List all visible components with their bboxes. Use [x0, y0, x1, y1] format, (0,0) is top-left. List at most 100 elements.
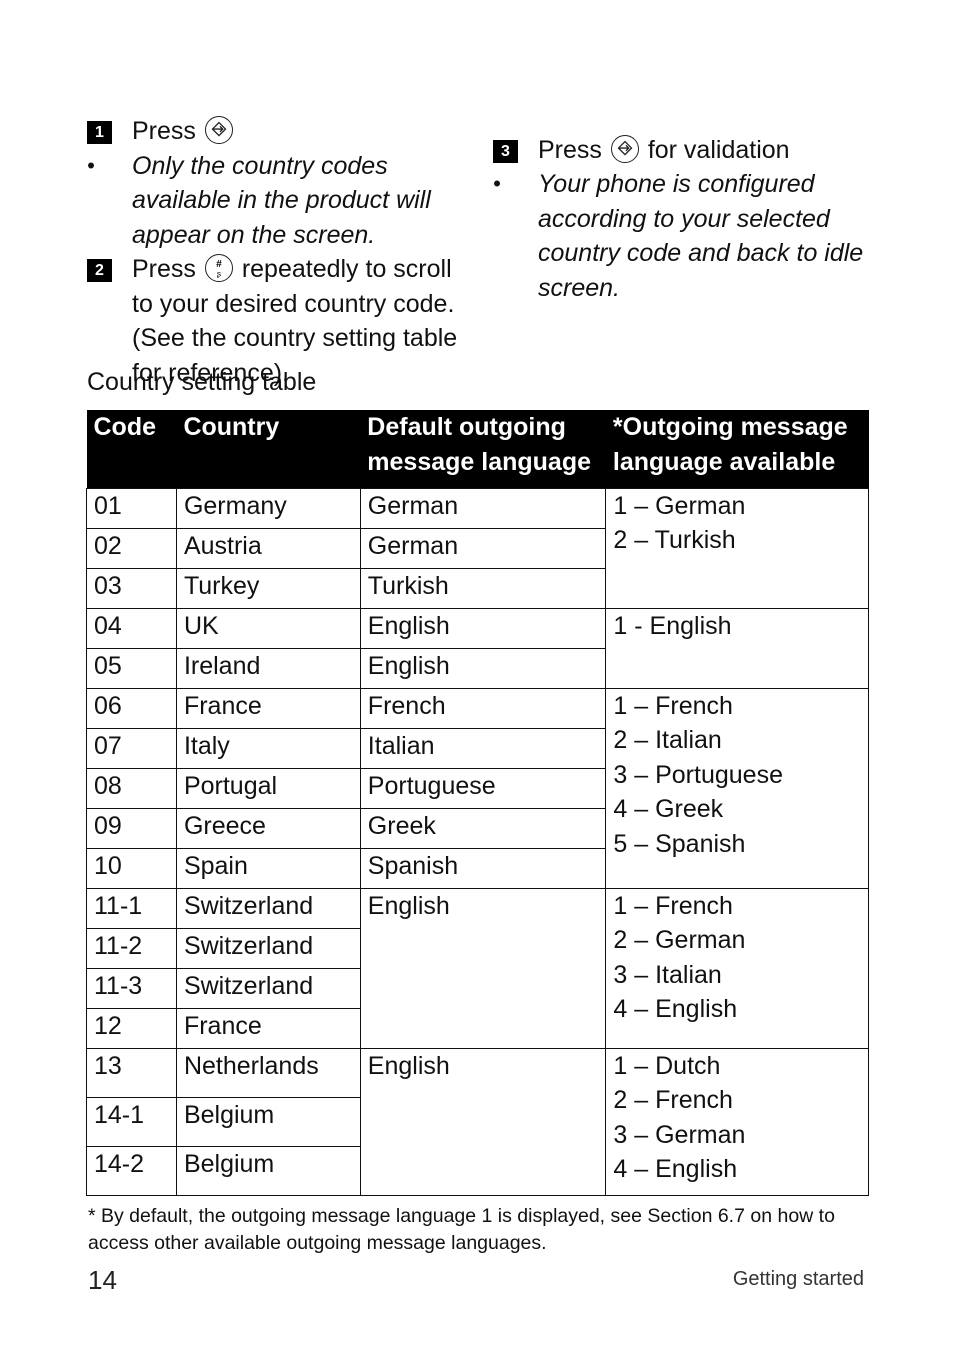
- available-language-item: 2 – Turkish: [613, 526, 736, 554]
- available-language-item: 1 – French: [613, 891, 733, 920]
- cell-available-languages: 1 – French 2 – Italian 3 – Portuguese 4 – G…: [605, 687, 869, 889]
- cell-country: Ireland: [175, 647, 361, 689]
- cell-code: 11-3: [86, 967, 177, 1009]
- table-row: 01 Germany German 1 – German 2 – Turkish: [86, 487, 869, 609]
- cell-default-language: English: [359, 647, 607, 689]
- cell-country: Austria: [175, 527, 361, 569]
- cell-country: Belgium: [175, 1145, 361, 1196]
- country-setting-table: Code Country Default outgoing message la…: [86, 410, 869, 1196]
- cell-default-language: German: [359, 527, 607, 569]
- cell-default-language: English: [359, 1047, 607, 1196]
- cell-code: 11-1: [86, 887, 177, 929]
- cell-country: France: [175, 1007, 361, 1049]
- cell-available-languages: 1 – Dutch 2 – French 3 – German 4 – English: [605, 1047, 869, 1196]
- step-text: Press: [132, 117, 196, 145]
- cell-default-language: Spanish: [359, 847, 607, 889]
- cell-default-language: German: [359, 487, 607, 529]
- cell-default-language: Greek: [359, 807, 607, 849]
- cell-country: Portugal: [175, 767, 361, 809]
- cell-code: 11-2: [86, 927, 177, 969]
- hash-key-icon: # ʂ: [204, 254, 233, 282]
- available-language-item: 1 – Dutch: [613, 1051, 721, 1080]
- cell-country: France: [175, 687, 361, 729]
- cell-default-language: Turkish: [359, 567, 607, 609]
- available-language-item: 1 – French: [613, 691, 733, 720]
- bullet-icon: •: [493, 171, 501, 196]
- step-3-note: • Your phone is configured according to …: [493, 167, 873, 305]
- step-number-badge: 2: [87, 259, 112, 282]
- cell-country: UK: [175, 607, 361, 649]
- cell-country: Netherlands: [175, 1047, 361, 1098]
- cell-default-language: Portuguese: [359, 767, 607, 809]
- bullet-icon: •: [87, 152, 95, 178]
- cell-country: Italy: [175, 727, 361, 769]
- step-1-note: • Only the country codes available in th…: [87, 149, 477, 253]
- available-language-item: 4 – English: [613, 995, 738, 1023]
- instructions-right-column: 3 Press for validation • Your phone is c…: [493, 98, 873, 305]
- available-language-item: 4 – English: [613, 1155, 738, 1183]
- cell-country: Spain: [175, 847, 361, 889]
- cell-code: 12: [86, 1007, 177, 1049]
- footnote: * By default, the outgoing message langu…: [88, 1205, 835, 1254]
- section-name: Getting started: [732, 1268, 864, 1290]
- available-language-item: 3 – Italian: [613, 960, 722, 989]
- table-body: 01 Germany German 1 – German 2 – Turkish 02 Au…: [86, 487, 869, 1196]
- table-row: 13 Netherlands English 1 – Dutch 2 – French 3…: [86, 1047, 869, 1196]
- cell-code: 10: [86, 847, 177, 889]
- cell-code: 09: [86, 807, 177, 849]
- cell-code: 04: [86, 607, 177, 649]
- cell-default-language: English: [359, 607, 607, 649]
- table-row: 06 France French 1 – French 2 – Italian 3 – P…: [86, 687, 869, 889]
- available-language-item: 2 – French: [613, 1086, 733, 1114]
- header-country: Country: [176, 410, 361, 488]
- table-header-row: Code Country Default outgoing message la…: [86, 410, 869, 488]
- instructions-left-column: 1 Press • Only the country codes availab…: [87, 114, 477, 390]
- table-row: 11-1 Switzerland English 1 – French 2 – Germ…: [86, 887, 869, 1049]
- cell-available-languages: 1 – German 2 – Turkish: [605, 487, 869, 609]
- cell-available-languages: 1 – French 2 – German 3 – Italian 4 – Engli…: [605, 887, 869, 1049]
- step-number-badge: 1: [87, 121, 112, 144]
- step-3: 3 Press for validation: [493, 133, 873, 168]
- cell-code: 14-2: [86, 1145, 177, 1196]
- available-language-item: 1 - English: [613, 611, 732, 640]
- cell-code: 14-1: [86, 1096, 177, 1147]
- table-row: 04 UK English 1 - English: [86, 607, 869, 689]
- step-1: 1 Press: [87, 114, 477, 149]
- available-language-item: 2 – German: [613, 926, 746, 954]
- cell-code: 01: [86, 487, 177, 529]
- cell-available-languages: 1 - English: [605, 607, 869, 689]
- available-language-item: 3 – Portuguese: [613, 760, 783, 789]
- svg-text:ʂ: ʂ: [217, 268, 221, 278]
- cell-country: Switzerland: [175, 887, 361, 929]
- ok-arrow-icon: [204, 116, 233, 144]
- header-code: Code: [86, 410, 177, 488]
- available-language-item: 3 – German: [613, 1120, 746, 1149]
- cell-code: 03: [86, 567, 177, 609]
- cell-country: Greece: [175, 807, 361, 849]
- cell-country: Turkey: [175, 567, 361, 609]
- cell-code: 06: [86, 687, 177, 729]
- cell-country: Switzerland: [175, 967, 361, 1009]
- header-available-languages: *Outgoing message language available: [605, 410, 869, 488]
- page-number: 14: [88, 1265, 117, 1295]
- cell-code: 13: [86, 1047, 177, 1098]
- table-caption: Country setting table: [87, 368, 317, 396]
- cell-default-language: English: [359, 887, 607, 1049]
- step-2-continued-spacer: [493, 98, 873, 133]
- cell-code: 02: [86, 527, 177, 569]
- available-language-item: 4 – Greek: [613, 795, 724, 823]
- cell-code: 05: [86, 647, 177, 689]
- cell-default-language: French: [359, 687, 607, 729]
- cell-country: Switzerland: [175, 927, 361, 969]
- cell-code: 08: [86, 767, 177, 809]
- cell-country: Germany: [175, 487, 361, 529]
- ok-arrow-icon: [610, 134, 639, 163]
- available-language-item: 1 – German: [613, 491, 746, 520]
- cell-code: 07: [86, 727, 177, 769]
- cell-country: Belgium: [175, 1096, 361, 1147]
- header-default-language: Default outgoing message language: [360, 410, 606, 488]
- available-language-item: 2 – Italian: [613, 726, 722, 754]
- cell-default-language: Italian: [359, 727, 607, 769]
- available-language-item: 5 – Spanish: [613, 829, 746, 858]
- step-number-badge: 3: [493, 139, 518, 163]
